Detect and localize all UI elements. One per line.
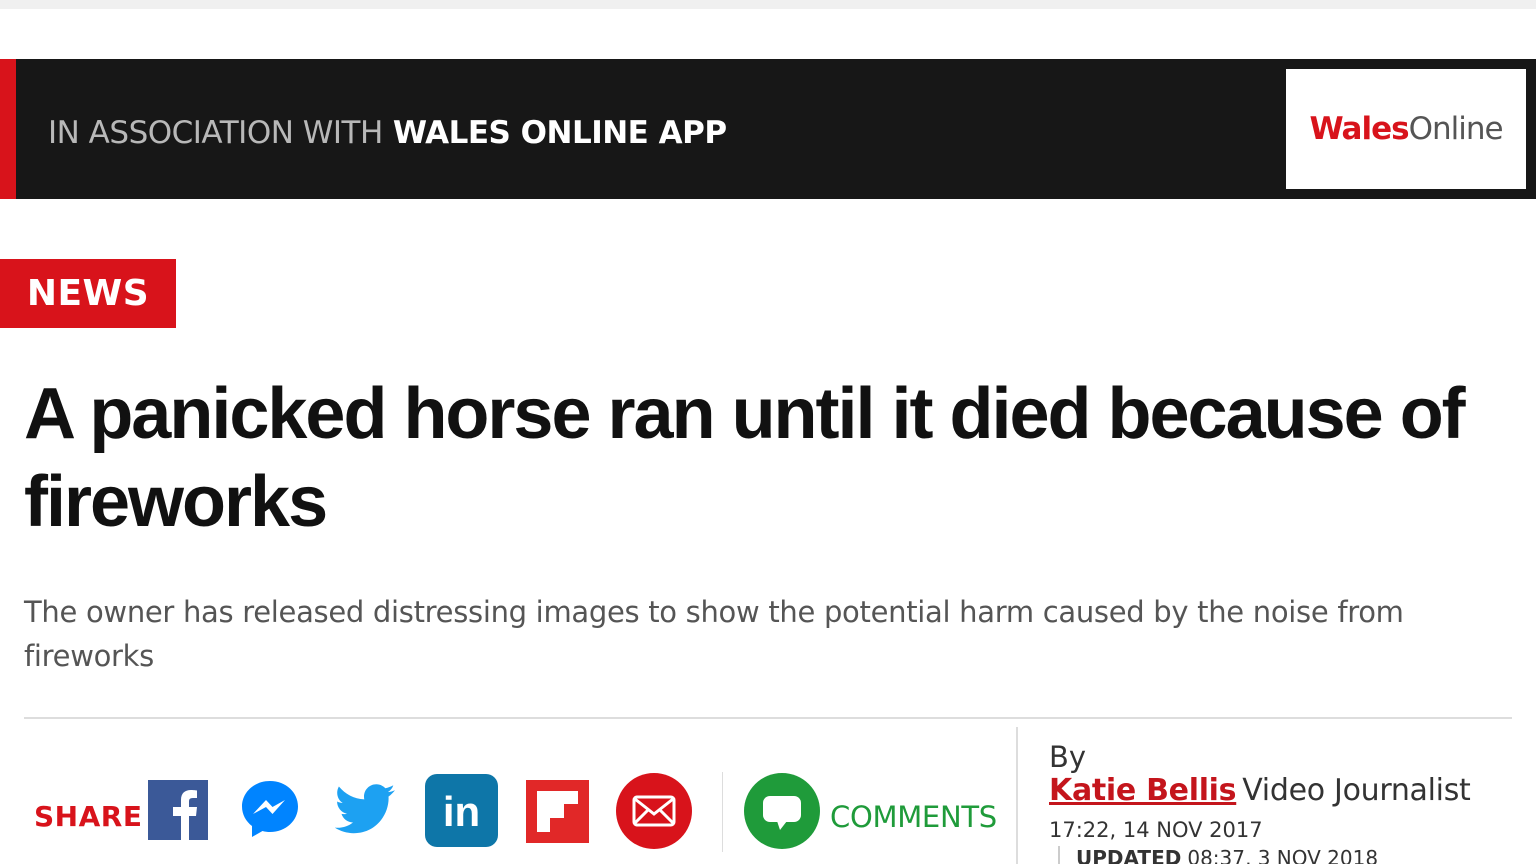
association-app-name: WALES ONLINE APP [392, 115, 727, 151]
comments-link[interactable]: COMMENTS [830, 800, 997, 834]
twitter-icon [335, 784, 395, 834]
section-tag-news[interactable]: NEWS [0, 259, 176, 328]
email-icon [616, 773, 692, 849]
twitter-share-button[interactable] [335, 784, 395, 836]
article-page: IN ASSOCIATION WITH WALES ONLINE APP Wale… [0, 0, 1536, 864]
email-share-button[interactable] [615, 772, 693, 850]
banner-accent-stripe [0, 59, 16, 199]
flipboard-icon [526, 780, 589, 843]
association-banner[interactable]: IN ASSOCIATION WITH WALES ONLINE APP Wale… [0, 59, 1536, 199]
svg-text:in: in [443, 788, 480, 835]
byline: Katie Bellis Video Journalist [1049, 773, 1471, 808]
facebook-icon [148, 780, 208, 840]
author-role: Video Journalist [1242, 773, 1471, 808]
linkedin-icon: in [425, 774, 498, 847]
association-prefix: IN ASSOCIATION WITH [48, 115, 383, 151]
walesonline-logo[interactable]: WalesOnline [1286, 69, 1526, 189]
byline-by: By [1049, 740, 1087, 774]
article-standfirst: The owner has released distressing image… [24, 595, 1404, 673]
association-text: IN ASSOCIATION WITH WALES ONLINE APP [48, 115, 727, 151]
updated-timestamp: UPDATED 08:37, 3 NOV 2018 [1058, 846, 1378, 864]
published-timestamp: 17:22, 14 NOV 2017 [1049, 818, 1263, 842]
article-headline: A panicked horse ran until it died becau… [24, 374, 1466, 542]
logo-part-wales: Wales [1309, 111, 1409, 147]
comments-icon-button[interactable] [743, 772, 821, 850]
linkedin-share-button[interactable]: in [425, 774, 498, 847]
logo-part-online: Online [1408, 111, 1504, 147]
share-label: SHARE [34, 800, 143, 833]
updated-label: UPDATED [1076, 846, 1182, 864]
messenger-share-button[interactable] [239, 778, 301, 840]
facebook-share-button[interactable] [148, 780, 208, 840]
header-divider [24, 717, 1512, 719]
messenger-icon [242, 781, 298, 837]
browser-top-strip [0, 0, 1536, 9]
flipboard-share-button[interactable] [526, 780, 589, 843]
author-link[interactable]: Katie Bellis [1049, 773, 1237, 808]
comment-bubble-icon [744, 773, 820, 849]
updated-time: 08:37, 3 NOV 2018 [1187, 846, 1379, 864]
share-separator [722, 772, 723, 852]
byline-separator [1016, 727, 1018, 864]
logo-wordmark: WalesOnline [1309, 111, 1504, 147]
